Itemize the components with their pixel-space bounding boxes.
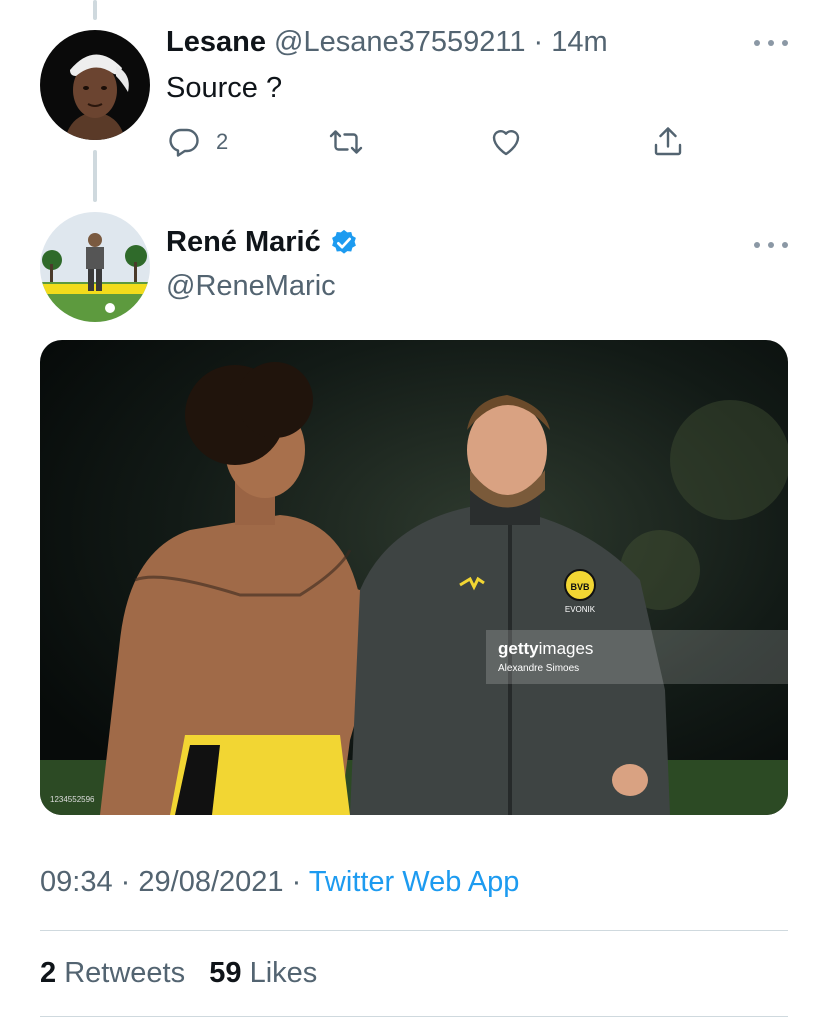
divider xyxy=(40,1016,788,1017)
retweets-stat[interactable]: 2 Retweets xyxy=(40,957,185,989)
like-icon xyxy=(492,130,520,156)
retweets-label: Retweets xyxy=(64,957,186,989)
reply-header: Lesane @Lesane37559211 · 14m xyxy=(166,26,608,59)
tweet-time[interactable]: 14m xyxy=(551,26,607,58)
more-icon[interactable] xyxy=(754,238,788,252)
source-link[interactable]: Twitter Web App xyxy=(309,866,520,898)
separator-dot: · xyxy=(533,26,544,58)
likes-count: 59 xyxy=(209,957,242,989)
reply-button[interactable]: 2 xyxy=(166,124,228,160)
watermark-brand: getty xyxy=(498,639,539,658)
more-icon[interactable] xyxy=(754,36,788,50)
tweet-text: Source ? xyxy=(166,72,283,104)
thread-line-top xyxy=(93,0,97,20)
svg-text:gettyimages: gettyimages xyxy=(498,639,593,658)
avatar[interactable] xyxy=(40,212,150,322)
divider xyxy=(40,930,788,931)
separator-dot: · xyxy=(120,866,131,898)
author-name-row: René Marić xyxy=(166,226,359,259)
share-icon xyxy=(654,127,682,156)
watermark-brand-suffix: images xyxy=(539,639,594,658)
likes-stat[interactable]: 59 Likes xyxy=(209,957,317,989)
tweet-media-photo[interactable]: BVB EVONIK gettyimages Alexandre Simoes … xyxy=(40,340,788,815)
action-bar: 2 xyxy=(0,124,828,164)
image-id: 1234552596 xyxy=(50,795,95,804)
like-button[interactable] xyxy=(488,124,524,160)
watermark-credit: Alexandre Simoes xyxy=(498,663,579,674)
timestamp-time[interactable]: 09:34 xyxy=(40,866,113,898)
tweet-timestamp: 09:34 · 29/08/2021 · Twitter Web App xyxy=(40,866,519,899)
verified-badge-icon xyxy=(331,229,356,254)
sponsor-text: EVONIK xyxy=(565,605,596,614)
retweet-icon xyxy=(329,130,363,154)
author-handle[interactable]: @ReneMaric xyxy=(166,270,336,303)
badge-text: BVB xyxy=(570,582,590,592)
separator-dot: · xyxy=(291,866,302,898)
author-name[interactable]: Lesane xyxy=(166,26,266,58)
likes-label: Likes xyxy=(249,957,318,989)
reply-icon xyxy=(169,128,199,157)
share-button[interactable] xyxy=(650,124,686,160)
author-name[interactable]: René Marić xyxy=(166,226,321,259)
retweet-button[interactable] xyxy=(328,124,364,160)
timestamp-date[interactable]: 29/08/2021 xyxy=(138,866,283,898)
retweets-count: 2 xyxy=(40,957,57,989)
tweet-stats: 2 Retweets 59 Likes xyxy=(40,957,317,990)
reply-count: 2 xyxy=(216,129,229,154)
author-handle[interactable]: @Lesane37559211 xyxy=(274,26,525,58)
